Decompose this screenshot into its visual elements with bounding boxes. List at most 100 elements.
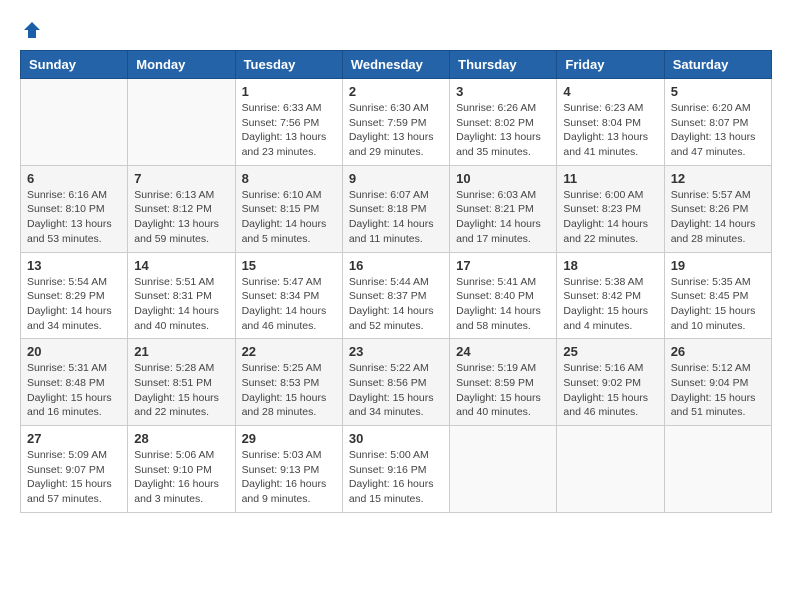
day-number: 12 [671,171,765,186]
day-info: Sunrise: 6:26 AMSunset: 8:02 PMDaylight:… [456,101,550,160]
day-info: Sunrise: 5:06 AMSunset: 9:10 PMDaylight:… [134,448,228,507]
day-number: 17 [456,258,550,273]
day-info: Sunrise: 6:03 AMSunset: 8:21 PMDaylight:… [456,188,550,247]
day-info: Sunrise: 5:38 AMSunset: 8:42 PMDaylight:… [563,275,657,334]
calendar-day-cell: 19 Sunrise: 5:35 AMSunset: 8:45 PMDayligh… [664,252,771,339]
calendar-day-cell: 5 Sunrise: 6:20 AMSunset: 8:07 PMDaylight… [664,79,771,166]
day-info: Sunrise: 5:44 AMSunset: 8:37 PMDaylight:… [349,275,443,334]
day-info: Sunrise: 5:22 AMSunset: 8:56 PMDaylight:… [349,361,443,420]
day-number: 23 [349,344,443,359]
calendar-day-cell: 25 Sunrise: 5:16 AMSunset: 9:02 PMDayligh… [557,339,664,426]
weekday-header: Thursday [450,51,557,79]
day-number: 4 [563,84,657,99]
calendar-day-cell: 16 Sunrise: 5:44 AMSunset: 8:37 PMDayligh… [342,252,449,339]
calendar-week-row: 1 Sunrise: 6:33 AMSunset: 7:56 PMDaylight… [21,79,772,166]
day-info: Sunrise: 5:47 AMSunset: 8:34 PMDaylight:… [242,275,336,334]
logo-icon [22,20,42,40]
day-info: Sunrise: 5:25 AMSunset: 8:53 PMDaylight:… [242,361,336,420]
day-number: 26 [671,344,765,359]
page-header [20,20,772,40]
day-number: 19 [671,258,765,273]
day-number: 13 [27,258,121,273]
weekday-header: Wednesday [342,51,449,79]
day-info: Sunrise: 5:41 AMSunset: 8:40 PMDaylight:… [456,275,550,334]
day-info: Sunrise: 6:30 AMSunset: 7:59 PMDaylight:… [349,101,443,160]
calendar-header-row: SundayMondayTuesdayWednesdayThursdayFrid… [21,51,772,79]
day-info: Sunrise: 5:19 AMSunset: 8:59 PMDaylight:… [456,361,550,420]
day-number: 14 [134,258,228,273]
calendar-day-cell: 27 Sunrise: 5:09 AMSunset: 9:07 PMDayligh… [21,426,128,513]
calendar-day-cell: 9 Sunrise: 6:07 AMSunset: 8:18 PMDaylight… [342,165,449,252]
calendar-day-cell: 15 Sunrise: 5:47 AMSunset: 8:34 PMDayligh… [235,252,342,339]
calendar-day-cell: 29 Sunrise: 5:03 AMSunset: 9:13 PMDayligh… [235,426,342,513]
day-number: 1 [242,84,336,99]
day-number: 25 [563,344,657,359]
day-info: Sunrise: 6:23 AMSunset: 8:04 PMDaylight:… [563,101,657,160]
calendar-day-cell: 30 Sunrise: 5:00 AMSunset: 9:16 PMDayligh… [342,426,449,513]
day-info: Sunrise: 6:07 AMSunset: 8:18 PMDaylight:… [349,188,443,247]
day-info: Sunrise: 5:12 AMSunset: 9:04 PMDaylight:… [671,361,765,420]
day-info: Sunrise: 6:33 AMSunset: 7:56 PMDaylight:… [242,101,336,160]
day-info: Sunrise: 6:10 AMSunset: 8:15 PMDaylight:… [242,188,336,247]
day-info: Sunrise: 5:35 AMSunset: 8:45 PMDaylight:… [671,275,765,334]
calendar-day-cell: 23 Sunrise: 5:22 AMSunset: 8:56 PMDayligh… [342,339,449,426]
calendar-day-cell [557,426,664,513]
day-number: 22 [242,344,336,359]
calendar-day-cell: 6Sunrise: 6:16 AMSunset: 8:10 PMDaylight… [21,165,128,252]
weekday-header: Friday [557,51,664,79]
calendar-day-cell: 11Sunrise: 6:00 AMSunset: 8:23 PMDayligh… [557,165,664,252]
day-number: 21 [134,344,228,359]
calendar-day-cell [128,79,235,166]
day-info: Sunrise: 5:28 AMSunset: 8:51 PMDaylight:… [134,361,228,420]
day-info: Sunrise: 6:00 AMSunset: 8:23 PMDaylight:… [563,188,657,247]
day-number: 28 [134,431,228,446]
logo [20,20,42,40]
calendar-day-cell: 18 Sunrise: 5:38 AMSunset: 8:42 PMDayligh… [557,252,664,339]
calendar-week-row: 27 Sunrise: 5:09 AMSunset: 9:07 PMDayligh… [21,426,772,513]
day-info: Sunrise: 5:54 AMSunset: 8:29 PMDaylight:… [27,275,121,334]
weekday-header: Sunday [21,51,128,79]
calendar-week-row: 13 Sunrise: 5:54 AMSunset: 8:29 PMDayligh… [21,252,772,339]
calendar-week-row: 20 Sunrise: 5:31 AMSunset: 8:48 PMDayligh… [21,339,772,426]
day-number: 10 [456,171,550,186]
calendar-week-row: 6Sunrise: 6:16 AMSunset: 8:10 PMDaylight… [21,165,772,252]
day-number: 7 [134,171,228,186]
day-info: Sunrise: 5:16 AMSunset: 9:02 PMDaylight:… [563,361,657,420]
day-number: 30 [349,431,443,446]
day-number: 18 [563,258,657,273]
calendar-day-cell: 13 Sunrise: 5:54 AMSunset: 8:29 PMDayligh… [21,252,128,339]
day-number: 29 [242,431,336,446]
day-number: 16 [349,258,443,273]
weekday-header: Saturday [664,51,771,79]
calendar-day-cell: 7 Sunrise: 6:13 AMSunset: 8:12 PMDaylight… [128,165,235,252]
day-number: 27 [27,431,121,446]
day-number: 8 [242,171,336,186]
day-number: 2 [349,84,443,99]
calendar-day-cell [664,426,771,513]
day-info: Sunrise: 5:57 AMSunset: 8:26 PMDaylight:… [671,188,765,247]
day-info: Sunrise: 5:09 AMSunset: 9:07 PMDaylight:… [27,448,121,507]
day-number: 15 [242,258,336,273]
day-info: Sunrise: 6:20 AMSunset: 8:07 PMDaylight:… [671,101,765,160]
weekday-header: Monday [128,51,235,79]
calendar-day-cell: 21 Sunrise: 5:28 AMSunset: 8:51 PMDayligh… [128,339,235,426]
calendar-day-cell: 2 Sunrise: 6:30 AMSunset: 7:59 PMDaylight… [342,79,449,166]
calendar-day-cell: 28 Sunrise: 5:06 AMSunset: 9:10 PMDayligh… [128,426,235,513]
calendar-day-cell [21,79,128,166]
day-info: Sunrise: 6:13 AMSunset: 8:12 PMDaylight:… [134,188,228,247]
calendar-day-cell: 26 Sunrise: 5:12 AMSunset: 9:04 PMDayligh… [664,339,771,426]
day-number: 20 [27,344,121,359]
calendar-day-cell: 10 Sunrise: 6:03 AMSunset: 8:21 PMDayligh… [450,165,557,252]
calendar-day-cell: 8 Sunrise: 6:10 AMSunset: 8:15 PMDaylight… [235,165,342,252]
calendar-day-cell: 24Sunrise: 5:19 AMSunset: 8:59 PMDayligh… [450,339,557,426]
day-info: Sunrise: 5:31 AMSunset: 8:48 PMDaylight:… [27,361,121,420]
day-info: Sunrise: 5:00 AMSunset: 9:16 PMDaylight:… [349,448,443,507]
calendar-day-cell: 4 Sunrise: 6:23 AMSunset: 8:04 PMDaylight… [557,79,664,166]
calendar-table: SundayMondayTuesdayWednesdayThursdayFrid… [20,50,772,513]
day-number: 5 [671,84,765,99]
day-info: Sunrise: 5:03 AMSunset: 9:13 PMDaylight:… [242,448,336,507]
calendar-day-cell [450,426,557,513]
day-number: 3 [456,84,550,99]
day-number: 6 [27,171,121,186]
day-number: 9 [349,171,443,186]
